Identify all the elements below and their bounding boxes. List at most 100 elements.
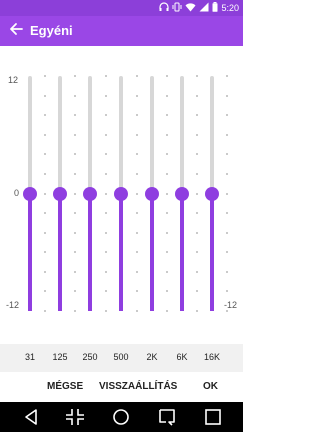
eq-band-slider-125[interactable] — [52, 46, 68, 336]
grid-dot — [104, 231, 107, 234]
frequency-label: 31 — [24, 352, 35, 362]
grid-dot — [196, 133, 198, 136]
grid-dot — [104, 270, 107, 273]
grid-dot — [74, 153, 76, 156]
slider-thumb[interactable] — [145, 186, 159, 201]
grid-dot — [135, 114, 138, 117]
slider-thumb[interactable] — [205, 186, 219, 201]
reset-button[interactable]: VISSZAÁLLÍTÁS — [99, 381, 177, 392]
grid-dot — [166, 290, 168, 293]
grid-dot — [166, 251, 168, 254]
grid-dot — [104, 114, 107, 117]
grid-dot — [135, 310, 138, 312]
grid-dot — [226, 212, 228, 215]
nav-back-button[interactable] — [20, 407, 42, 427]
grid-dot — [196, 153, 198, 156]
slider-thumb[interactable] — [175, 186, 189, 201]
slider-fill — [88, 193, 92, 311]
nav-capture-button[interactable] — [156, 407, 178, 427]
grid-dot — [135, 192, 138, 195]
slider-fill — [150, 193, 154, 311]
grid-dot — [44, 290, 46, 293]
grid-dot — [226, 310, 228, 312]
vibrate-icon — [172, 2, 182, 14]
frequency-label: 6K — [176, 352, 188, 362]
eq-band-slider-250[interactable] — [82, 46, 98, 336]
grid-dot — [74, 94, 76, 97]
equalizer-panel: 12 0 -12 -12 — [0, 46, 243, 336]
grid-dot — [44, 212, 46, 215]
grid-dot — [104, 192, 107, 195]
grid-dot — [74, 114, 76, 117]
grid-dot — [135, 290, 138, 293]
ok-button[interactable]: OK — [203, 381, 218, 392]
nav-recents-button[interactable] — [202, 407, 224, 427]
grid-dot — [104, 310, 107, 312]
back-triangle-icon — [20, 409, 42, 431]
back-button[interactable] — [6, 21, 26, 41]
battery-icon — [212, 2, 218, 14]
frequency-label: 16K — [203, 352, 220, 362]
grid-dot — [104, 75, 107, 77]
grid-dot — [226, 270, 228, 273]
grid-dot — [104, 172, 107, 175]
scale-zero-label: 0 — [14, 188, 20, 198]
frequency-label: 500 — [113, 352, 129, 362]
nav-home-button[interactable] — [110, 407, 132, 427]
grid-dot — [104, 290, 107, 293]
eq-band-slider-16k[interactable] — [204, 46, 220, 336]
grid-dot — [44, 310, 46, 312]
grid-dot — [135, 133, 138, 136]
grid-dot — [74, 133, 76, 136]
cancel-button[interactable]: MÉGSE — [47, 381, 83, 392]
grid-dot — [196, 251, 198, 254]
back-arrow-icon — [9, 22, 23, 41]
grid-dot — [226, 231, 228, 234]
slider-thumb[interactable] — [114, 186, 128, 201]
wifi-icon — [185, 2, 196, 14]
grid-dot — [104, 133, 107, 136]
frequency-label: 125 — [52, 352, 68, 362]
grid-dot — [196, 75, 198, 77]
grid-dot — [104, 212, 107, 215]
grid-dot — [135, 231, 138, 234]
grid-dot — [226, 75, 228, 77]
grid-dot — [166, 192, 168, 195]
grid-dot — [74, 231, 76, 234]
grid-dot — [44, 251, 46, 254]
grid-dot — [74, 192, 76, 195]
slider-thumb[interactable] — [83, 186, 97, 201]
grid-dot — [104, 94, 107, 97]
grid-dot — [166, 153, 168, 156]
frequency-label: 2K — [146, 352, 158, 362]
grid-dot — [74, 310, 76, 312]
slider-thumb[interactable] — [53, 186, 67, 201]
grid-dot — [166, 310, 168, 312]
grid-dot — [44, 192, 46, 195]
eq-band-slider-500[interactable] — [113, 46, 129, 336]
eq-band-slider-6k[interactable] — [174, 46, 190, 336]
slider-fill — [180, 193, 184, 311]
grid-dot — [74, 212, 76, 215]
grid-dot — [44, 75, 46, 77]
capture-icon — [156, 409, 178, 431]
eq-band-slider-31[interactable] — [22, 46, 38, 336]
home-circle-icon — [110, 409, 132, 431]
collapse-icon — [64, 409, 86, 431]
grid-dot — [44, 172, 46, 175]
grid-dot — [166, 114, 168, 117]
grid-dot — [135, 75, 138, 77]
grid-dot — [226, 172, 228, 175]
slider-thumb[interactable] — [23, 186, 37, 201]
grid-dot — [166, 270, 168, 273]
grid-dot — [44, 133, 46, 136]
eq-band-slider-2k[interactable] — [144, 46, 160, 336]
grid-dot — [226, 251, 228, 254]
grid-dot — [226, 114, 228, 117]
grid-dot — [74, 290, 76, 293]
grid-dot — [196, 212, 198, 215]
slider-fill — [210, 193, 214, 311]
grid-dot — [196, 114, 198, 117]
app-bar: Egyéni — [0, 16, 243, 46]
nav-collapse-button[interactable] — [64, 407, 86, 427]
